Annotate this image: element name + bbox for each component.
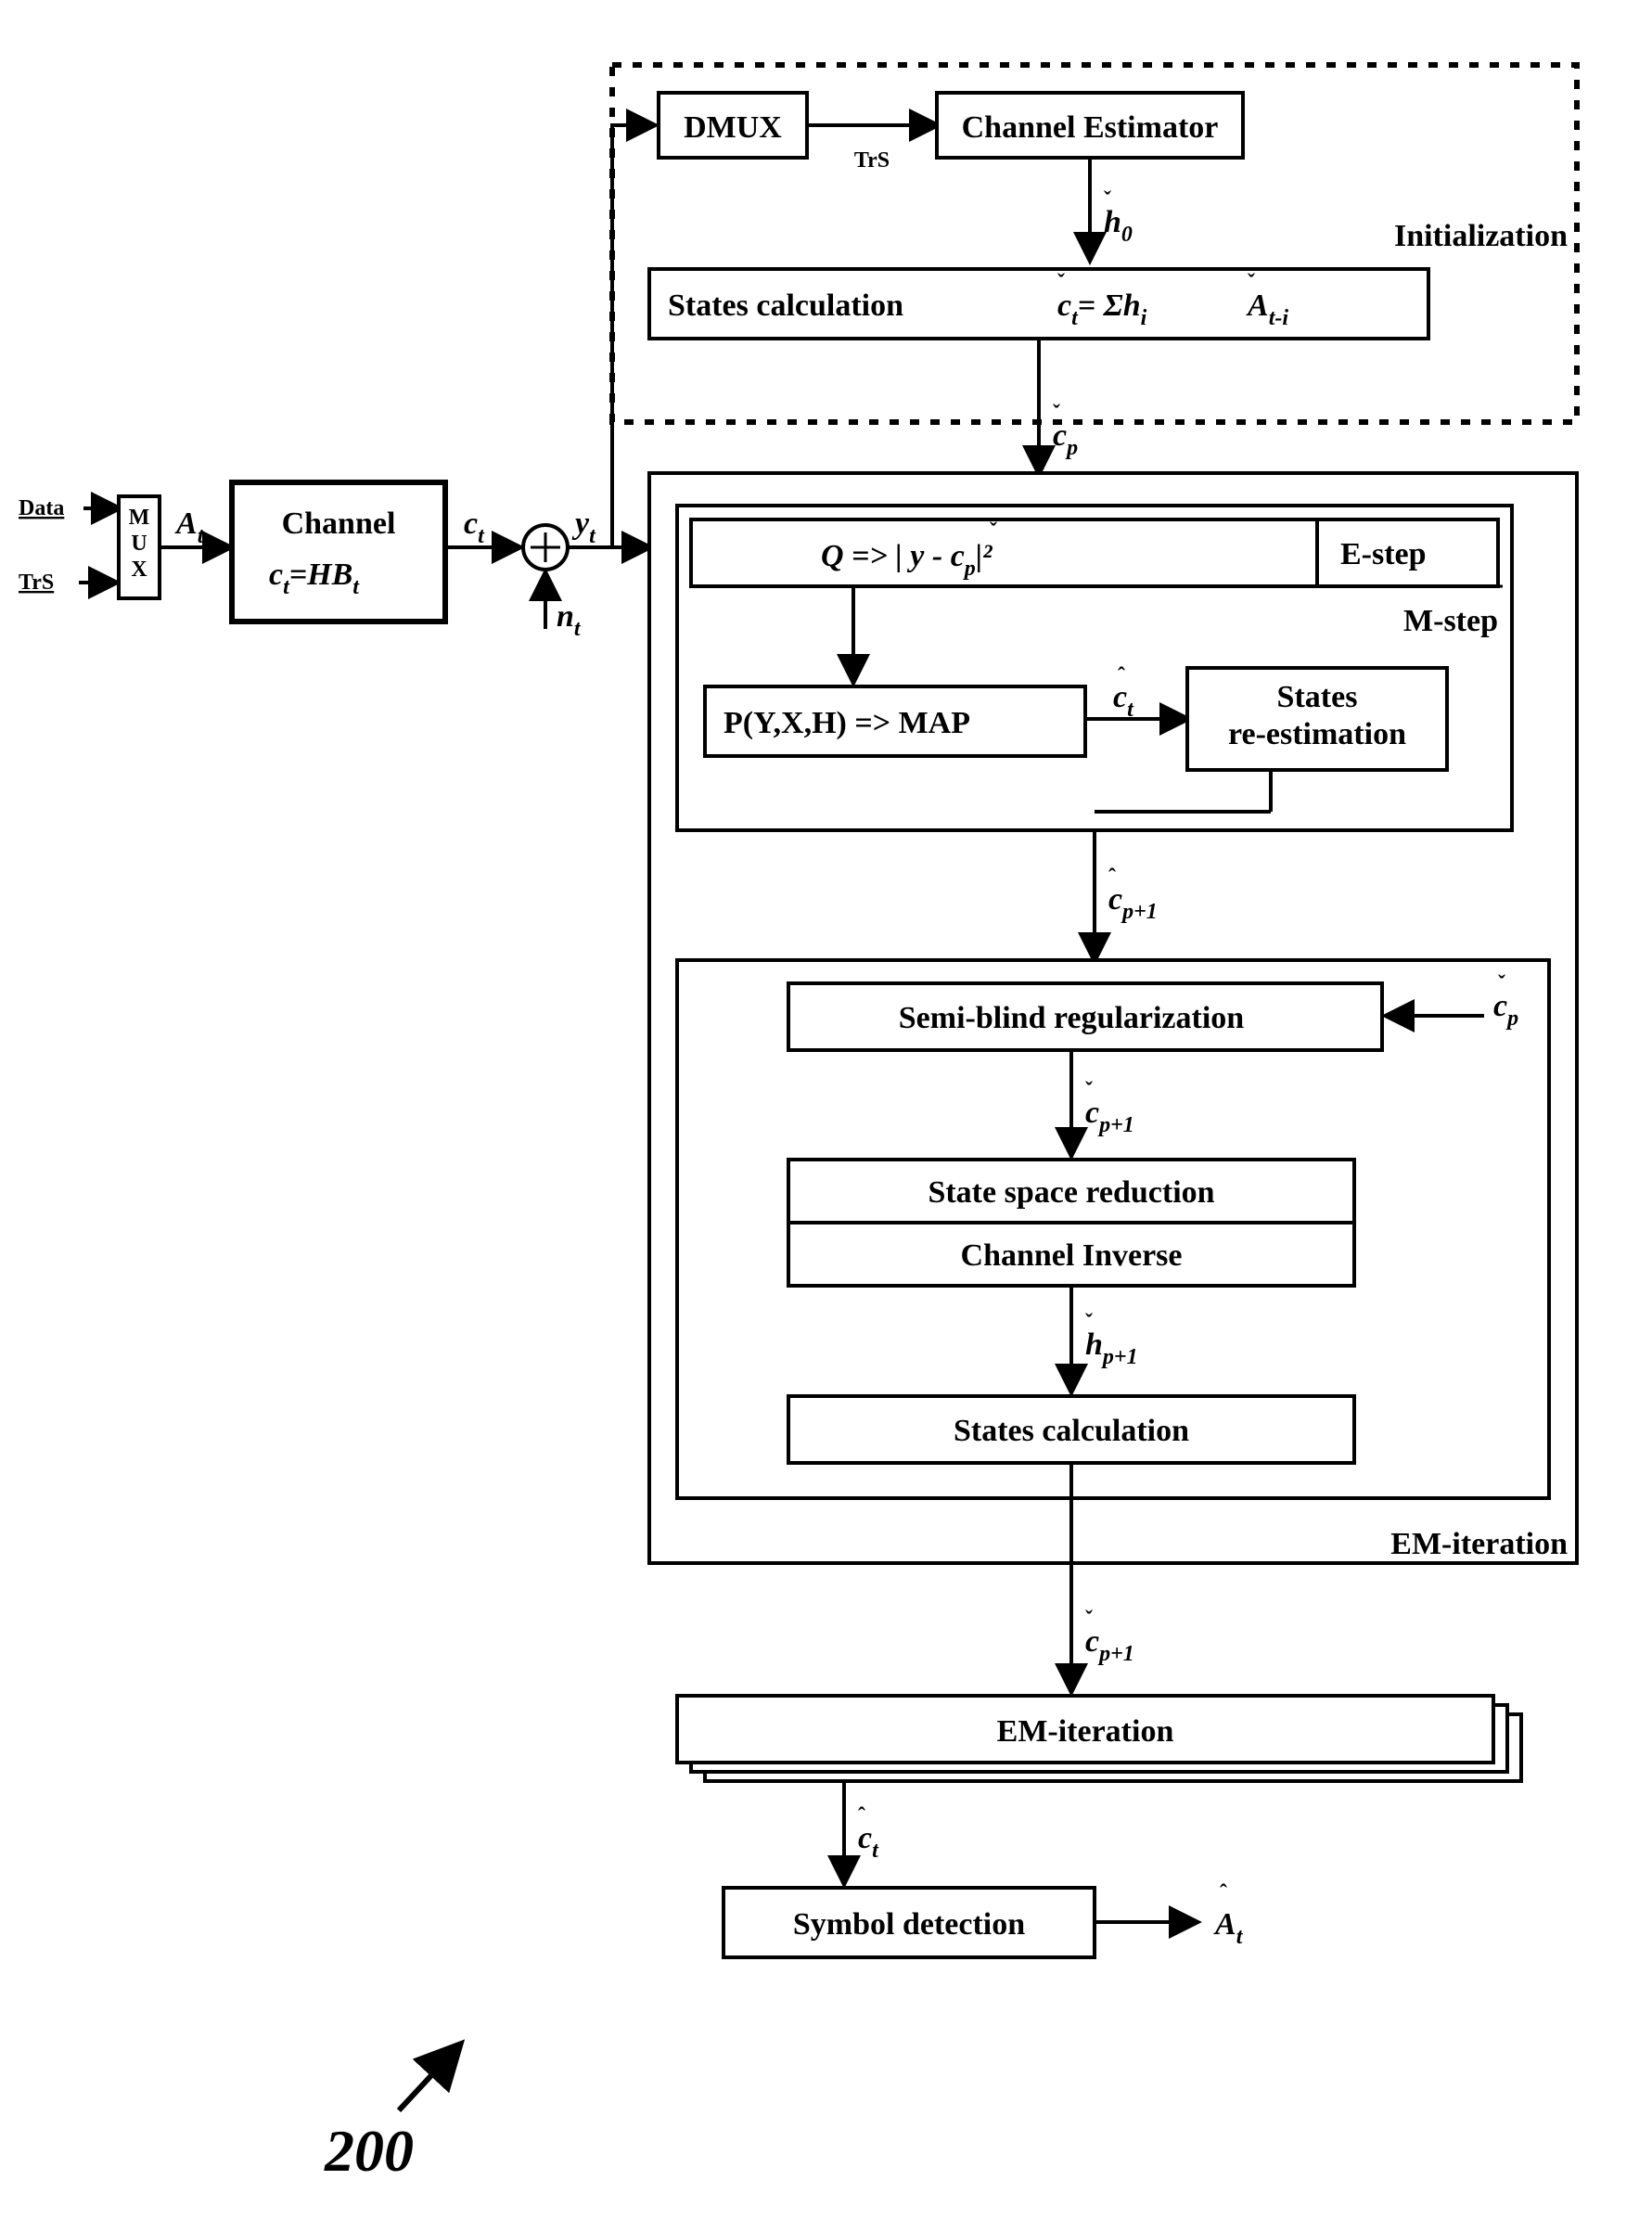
- emit-label: EM-iteration: [997, 1714, 1174, 1749]
- yt-label: yt: [571, 506, 596, 548]
- estep-label: E-step: [1340, 537, 1427, 571]
- ssr-label: State space reduction: [928, 1175, 1214, 1210]
- sre-l2: re-estimation: [1228, 717, 1406, 751]
- q-caron: ˇ: [990, 519, 997, 544]
- nt-label: nt: [557, 599, 582, 641]
- map-label: P(Y,X,H) => MAP: [724, 706, 970, 740]
- h0-label: h0: [1104, 205, 1133, 247]
- sc-init-label: States calculation: [668, 288, 903, 323]
- ce-label: Channel Estimator: [962, 110, 1219, 145]
- mux-m: M: [129, 506, 150, 530]
- em-outer-label: EM-iteration: [1390, 1527, 1568, 1561]
- fig-arrow: [399, 2045, 459, 2110]
- cinv-label: Channel Inverse: [961, 1238, 1183, 1273]
- At-label: At: [174, 506, 205, 548]
- trs2-label: TrS: [854, 148, 890, 173]
- init-label: Initialization: [1394, 219, 1568, 253]
- mux-x: X: [131, 558, 147, 582]
- At-hat: ˆ: [1220, 1881, 1227, 1905]
- channel-title: Channel: [282, 506, 396, 541]
- channel-box: [232, 482, 445, 622]
- mux-u: U: [131, 532, 147, 556]
- fig-label: 200: [324, 2118, 414, 2184]
- cp1c-lbl: cp+1: [1085, 1624, 1134, 1666]
- sc2-label: States calculation: [954, 1414, 1189, 1448]
- ct-out: ct: [464, 506, 485, 548]
- mstep-label: M-step: [1403, 604, 1498, 638]
- ct2-lbl: ct: [858, 1821, 879, 1863]
- dmux-label: DMUX: [684, 110, 782, 145]
- sbr-label: Semi-blind regularization: [899, 1001, 1245, 1035]
- sd-label: Symbol detection: [793, 1907, 1025, 1942]
- data-label: Data: [19, 496, 64, 520]
- At-out: At: [1213, 1907, 1244, 1949]
- trs-label: TrS: [19, 571, 54, 595]
- sre-l1: States: [1277, 680, 1358, 714]
